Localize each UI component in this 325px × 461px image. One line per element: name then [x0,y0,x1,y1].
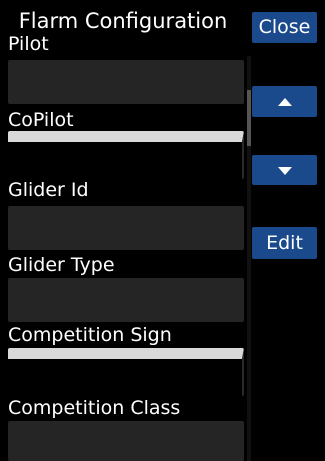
copilot-field[interactable] [8,131,244,179]
field-label-glider-type: Glider Type [8,254,115,276]
dialog-title: Flarm Configuration [18,9,228,33]
edit-button-label: Edit [266,232,303,254]
scroll-down-button[interactable] [252,155,317,185]
field-label-competition-sign: Competition Sign [8,324,172,346]
pilot-field[interactable] [8,60,244,104]
field-label-copilot: CoPilot [8,109,74,131]
close-button-label: Close [258,16,311,38]
field-label-competition-class: Competition Class [8,397,181,419]
scroll-up-button[interactable] [252,86,317,117]
close-button[interactable]: Close [252,12,317,43]
triangle-down-icon [277,166,292,175]
field-label-pilot: Pilot [8,33,49,55]
competition-class-field[interactable] [8,421,244,461]
glider-id-field[interactable] [8,206,244,250]
competition-sign-field[interactable] [8,348,244,396]
glider-type-field[interactable] [8,278,244,322]
edit-button[interactable]: Edit [252,227,317,259]
field-label-glider-id: Glider Id [8,179,89,201]
scrollbar-thumb[interactable] [247,90,251,146]
triangle-up-icon [277,97,292,106]
